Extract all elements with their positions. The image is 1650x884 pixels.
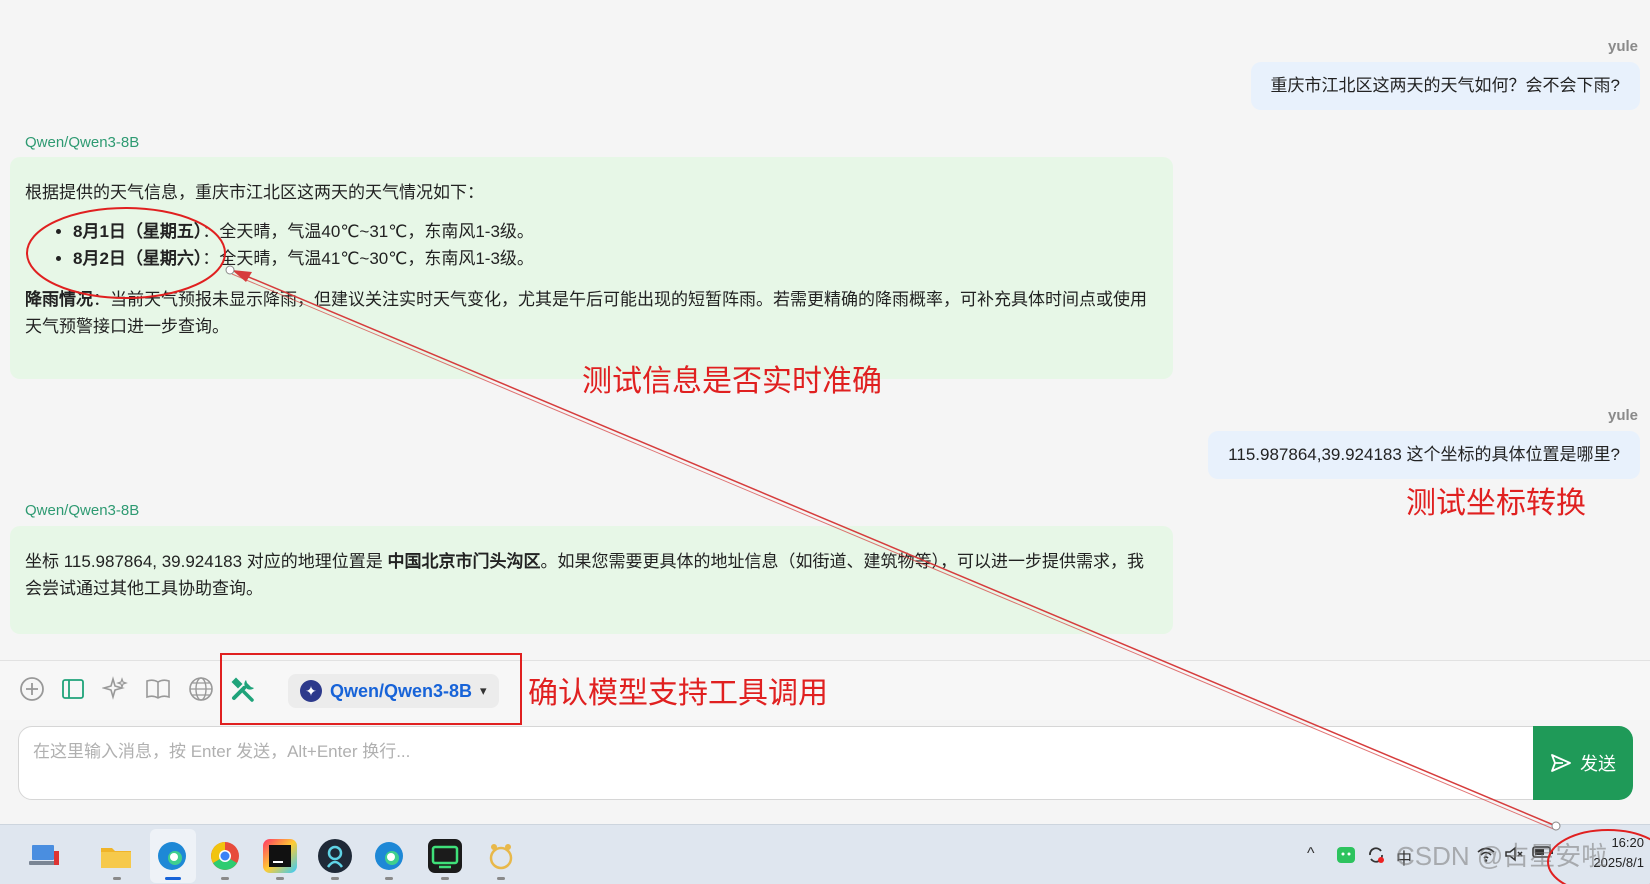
send-button[interactable]: 发送 bbox=[1533, 726, 1633, 800]
annotation-realtime: 测试信息是否实时准确 bbox=[582, 365, 882, 398]
annotation-tool: 确认模型支持工具调用 bbox=[528, 677, 828, 710]
send-label: 发送 bbox=[1580, 754, 1616, 774]
chat-area: yule 重庆市江北区这两天的天气如何？会不会下雨? Qwen/Qwen3-8B… bbox=[0, 0, 1650, 660]
weather-text: ：全天晴，气温41℃~30℃，东南风1-3级。 bbox=[202, 249, 534, 268]
globe-icon[interactable] bbox=[186, 676, 216, 706]
rain-label: 降雨情况 bbox=[25, 290, 93, 309]
annotation-coord: 测试坐标转换 bbox=[1406, 487, 1586, 520]
book-icon[interactable] bbox=[143, 676, 173, 706]
send-icon bbox=[1551, 754, 1571, 772]
location-name: 中国北京市门头沟区 bbox=[387, 552, 541, 571]
laptop-app[interactable] bbox=[28, 839, 62, 873]
assistant-name: Qwen/Qwen3-8B bbox=[25, 134, 140, 151]
plus-circle-icon[interactable] bbox=[17, 676, 47, 706]
chrome-browser[interactable] bbox=[208, 839, 242, 873]
date-label: 8月2日（星期六） bbox=[73, 249, 203, 268]
app-indicator bbox=[385, 877, 393, 880]
app-indicator bbox=[113, 877, 121, 880]
paw-app[interactable] bbox=[484, 839, 518, 873]
sparkle-icon[interactable] bbox=[100, 676, 130, 706]
assistant-message-bubble: 根据提供的天气信息，重庆市江北区这两天的天气情况如下： 8月1日（星期五）：全天… bbox=[10, 157, 1173, 379]
watermark: CSDN @占星安啦 bbox=[1396, 841, 1608, 871]
annotation-box bbox=[220, 653, 522, 725]
assistant-message-bubble: 坐标 115.987864, 39.924183 对应的地理位置是 中国北京市门… bbox=[10, 526, 1173, 634]
app-indicator bbox=[497, 877, 505, 880]
message-intro: 根据提供的天气信息，重庆市江北区这两天的天气情况如下： bbox=[25, 183, 484, 202]
app-indicator bbox=[331, 877, 339, 880]
message-text: 坐标 115.987864, 39.924183 对应的地理位置是 bbox=[25, 552, 388, 571]
terminal-app[interactable] bbox=[428, 839, 462, 873]
list-item: 8月2日（星期六）：全天晴，气温41℃~30℃，东南风1-3级。 bbox=[73, 245, 1158, 272]
sync-icon[interactable] bbox=[1366, 845, 1386, 870]
date-label: 8月1日（星期五） bbox=[73, 222, 203, 241]
rain-text: ：当前天气预报未显示降雨，但建议关注实时天气变化，尤其是午后可能出现的短暂阵雨。… bbox=[25, 290, 1147, 336]
app-dark[interactable] bbox=[318, 839, 352, 873]
tray-chevron-icon[interactable]: ^ bbox=[1307, 845, 1315, 863]
weather-text: ：全天晴，气温40℃~31℃，东南风1-3级。 bbox=[202, 222, 534, 241]
edge-browser-2[interactable] bbox=[372, 839, 406, 873]
edge-browser[interactable] bbox=[155, 839, 189, 873]
sender-name: yule bbox=[1607, 407, 1638, 424]
message-input[interactable] bbox=[33, 737, 1533, 797]
user-message-bubble: 重庆市江北区这两天的天气如何？会不会下雨? bbox=[1250, 62, 1640, 110]
weather-list: 8月1日（星期五）：全天晴，气温40℃~31℃，东南风1-3级。 8月2日（星期… bbox=[73, 218, 1158, 272]
app-indicator bbox=[441, 877, 449, 880]
jetbrains-ide[interactable] bbox=[263, 839, 297, 873]
list-item: 8月1日（星期五）：全天晴，气温40℃~31℃，东南风1-3级。 bbox=[73, 218, 1158, 245]
app-indicator-active bbox=[165, 877, 181, 880]
file-explorer[interactable] bbox=[99, 839, 133, 873]
message-input-container bbox=[18, 726, 1554, 800]
wechat-icon[interactable] bbox=[1336, 845, 1356, 870]
assistant-name: Qwen/Qwen3-8B bbox=[25, 502, 140, 519]
user-message-bubble: 115.987864,39.924183 这个坐标的具体位置是哪里? bbox=[1208, 431, 1640, 479]
app-indicator bbox=[221, 877, 229, 880]
app-indicator bbox=[276, 877, 284, 880]
panel-icon[interactable] bbox=[58, 676, 88, 706]
rain-paragraph: 降雨情况：当前天气预报未显示降雨，但建议关注实时天气变化，尤其是午后可能出现的短… bbox=[25, 286, 1158, 340]
sender-name: yule bbox=[1607, 38, 1638, 55]
